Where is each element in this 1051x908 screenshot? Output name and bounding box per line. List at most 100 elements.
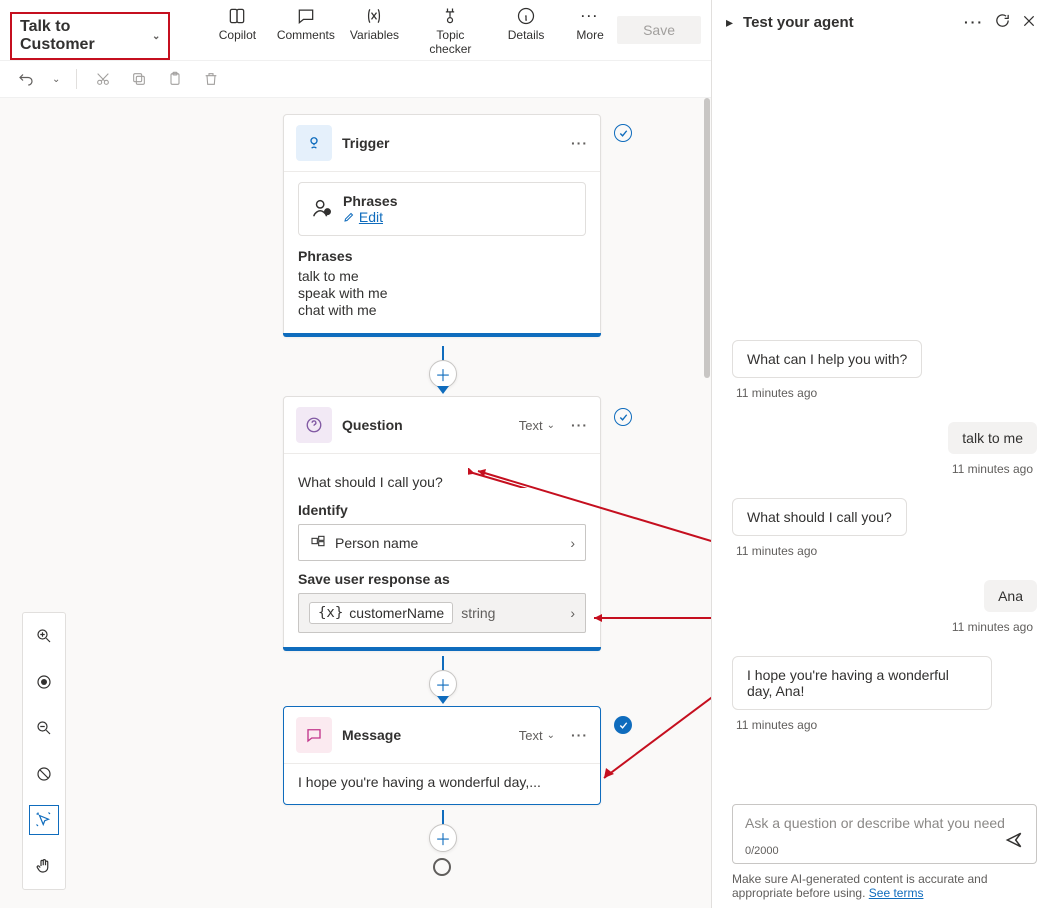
bot-message: What should I call you? [732, 498, 907, 536]
end-node-icon [433, 858, 451, 876]
char-counter: 0/2000 [745, 845, 1024, 857]
person-icon [311, 197, 333, 222]
timestamp: 11 minutes ago [736, 462, 1033, 476]
add-node-button[interactable]: ＋ [429, 824, 457, 852]
panel-more-button[interactable]: ··· [964, 14, 984, 30]
zoom-out-button[interactable] [29, 713, 59, 743]
variable-icon: {x} [318, 605, 343, 621]
chevron-down-icon: ⌄ [547, 730, 555, 741]
pan-tool-button[interactable] [29, 851, 59, 881]
details-label: Details [508, 28, 545, 42]
more-button[interactable]: ··· More [567, 6, 613, 42]
question-type-label: Text [519, 418, 543, 433]
variables-label: Variables [350, 28, 399, 42]
trigger-more-button[interactable]: ··· [571, 135, 588, 151]
identify-value: Person name [335, 535, 418, 551]
select-tool-button[interactable] [29, 805, 59, 835]
fit-to-screen-button[interactable] [29, 667, 59, 697]
paste-button[interactable] [165, 69, 185, 89]
chat-input[interactable]: Ask a question or describe what you need… [732, 804, 1037, 864]
question-node[interactable]: Question Text ⌄ ··· What should I call y… [283, 396, 601, 651]
minimap-button[interactable] [29, 759, 59, 789]
copy-button[interactable] [129, 69, 149, 89]
more-label: More [576, 28, 603, 42]
timestamp: 11 minutes ago [736, 544, 1037, 558]
message-type-dropdown[interactable]: Text ⌄ [519, 728, 555, 743]
disclaimer-text: Make sure AI-generated content is accura… [732, 872, 988, 900]
chevron-down-icon: ⌄ [547, 420, 555, 431]
question-type-dropdown[interactable]: Text ⌄ [519, 418, 555, 433]
undo-chevron-icon[interactable]: ⌄ [52, 74, 60, 85]
chevron-down-icon: ⌄ [152, 31, 160, 42]
phrases-header: Phrases [298, 248, 586, 264]
variables-button[interactable]: Variables [351, 6, 397, 42]
topic-name: Talk to Customer [20, 18, 146, 54]
edit-phrases-link[interactable]: Edit [359, 209, 383, 225]
phrases-label: Phrases [343, 193, 397, 209]
phrase-item: speak with me [298, 285, 586, 301]
cut-button[interactable] [93, 69, 113, 89]
entity-icon [309, 533, 327, 552]
topic-name-dropdown[interactable]: Talk to Customer ⌄ [10, 12, 170, 60]
zoom-in-button[interactable] [29, 621, 59, 651]
user-message: Ana [984, 580, 1037, 612]
undo-button[interactable] [16, 69, 36, 89]
details-button[interactable]: Details [503, 6, 549, 42]
delete-button[interactable] [201, 69, 221, 89]
variable-name: customerName [349, 605, 444, 621]
info-icon [516, 6, 536, 26]
user-message: talk to me [948, 422, 1037, 454]
test-panel-title: Test your agent [743, 14, 954, 31]
timestamp: 11 minutes ago [736, 718, 1037, 732]
separator [76, 69, 77, 89]
comment-icon [296, 6, 316, 26]
bot-message: What can I help you with? [732, 340, 922, 378]
message-title: Message [342, 727, 509, 743]
timestamp: 11 minutes ago [736, 386, 1037, 400]
close-button[interactable] [1021, 13, 1037, 32]
comments-label: Comments [277, 28, 335, 42]
question-title: Question [342, 417, 509, 433]
phrases-edit-row[interactable]: Phrases Edit [298, 182, 586, 236]
annotation-arrow [589, 608, 711, 628]
add-node-button[interactable]: ＋ [429, 670, 457, 698]
bot-message: I hope you're having a wonderful day, An… [732, 656, 992, 710]
copilot-button[interactable]: Copilot [214, 6, 260, 42]
trigger-title: Trigger [342, 135, 561, 151]
identify-label: Identify [298, 502, 586, 518]
message-more-button[interactable]: ··· [571, 727, 588, 743]
chat-placeholder: Ask a question or describe what you need [745, 815, 1024, 831]
topic-checker-button[interactable]: Topic checker [416, 6, 485, 57]
topic-checker-label: Topic checker [416, 28, 485, 57]
question-prompt[interactable]: What should I call you? [298, 464, 586, 492]
message-status-check-icon [614, 716, 632, 734]
copilot-icon [227, 6, 247, 26]
message-text[interactable]: I hope you're having a wonderful day,... [298, 774, 586, 790]
refresh-button[interactable] [994, 12, 1011, 32]
trigger-icon [296, 125, 332, 161]
trigger-status-check-icon [614, 124, 632, 142]
variable-selector[interactable]: {x} customerName string › [298, 593, 586, 633]
trigger-node[interactable]: Trigger ··· Phrases E [283, 114, 601, 337]
copilot-label: Copilot [219, 28, 256, 42]
phrase-item: chat with me [298, 302, 586, 318]
message-type-label: Text [519, 728, 543, 743]
save-button[interactable]: Save [617, 16, 701, 44]
collapse-icon[interactable]: ▸ [726, 14, 733, 31]
disclaimer: Make sure AI-generated content is accura… [732, 864, 1037, 900]
message-icon [296, 717, 332, 753]
timestamp: 11 minutes ago [736, 620, 1033, 634]
canvas-tools [22, 612, 66, 890]
message-node[interactable]: Message Text ⌄ ··· I hope you're having … [283, 706, 601, 805]
identify-selector[interactable]: Person name › [298, 524, 586, 561]
comments-button[interactable]: Comments [278, 6, 333, 42]
variable-type: string [461, 605, 495, 621]
send-button[interactable] [1004, 830, 1024, 853]
more-icon: ··· [580, 6, 600, 26]
variables-icon [364, 6, 384, 26]
question-more-button[interactable]: ··· [571, 417, 588, 433]
chevron-right-icon: › [570, 535, 575, 551]
see-terms-link[interactable]: See terms [869, 886, 924, 900]
chevron-right-icon: › [570, 605, 575, 621]
add-node-button[interactable]: ＋ [429, 360, 457, 388]
